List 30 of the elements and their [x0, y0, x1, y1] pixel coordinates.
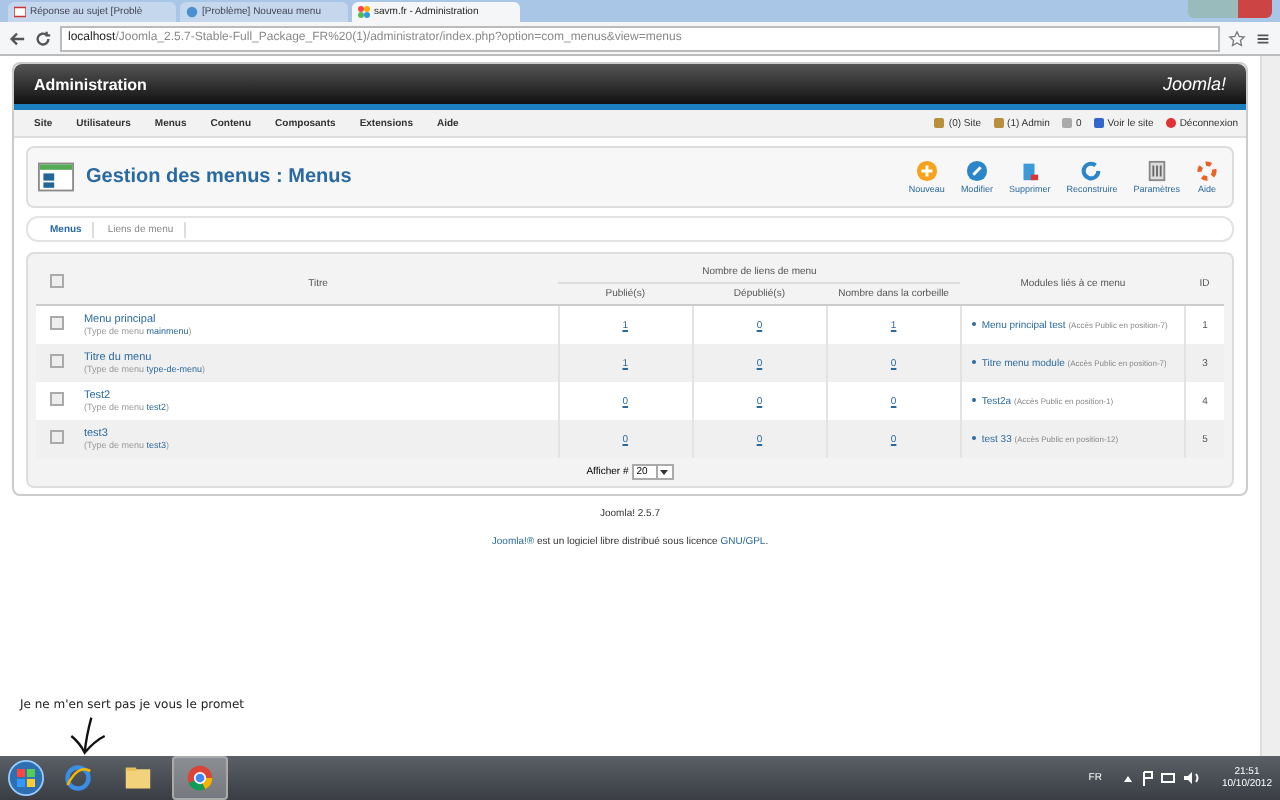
bullet-icon: [971, 359, 976, 364]
favicon-icon: [358, 6, 370, 18]
row-checkbox[interactable]: [49, 316, 64, 330]
row-checkbox[interactable]: [49, 354, 64, 368]
dropdown-arrow-icon[interactable]: [655, 466, 670, 478]
pencil-icon: [965, 160, 988, 182]
tray-icons[interactable]: [1121, 770, 1202, 786]
select-all-checkbox[interactable]: [49, 274, 64, 288]
joomla-logo: Joomla!: [1162, 74, 1226, 94]
bullet-icon: [971, 397, 976, 402]
favicon-icon: [14, 6, 26, 18]
favicon-icon: [186, 6, 198, 18]
hand-drawn-arrow: [68, 716, 108, 756]
menu-manager-icon: [38, 162, 74, 192]
settings-icon: [1145, 160, 1168, 182]
star-icon[interactable]: [1228, 29, 1246, 47]
help-icon: [1196, 160, 1218, 182]
page-title: Gestion des menus : Menus: [86, 166, 352, 188]
row-checkbox[interactable]: [49, 430, 64, 444]
bullet-icon: [971, 321, 976, 326]
admin-title: Administration: [34, 75, 147, 93]
trash-icon: [1018, 160, 1041, 182]
back-icon[interactable]: [8, 29, 26, 47]
reload-icon[interactable]: [34, 29, 52, 47]
plus-icon: [915, 160, 938, 182]
bullet-icon: [971, 435, 976, 440]
refresh-icon: [1080, 160, 1103, 182]
row-checkbox[interactable]: [49, 392, 64, 406]
menu-icon[interactable]: [1254, 29, 1272, 47]
start-button[interactable]: [8, 760, 44, 796]
